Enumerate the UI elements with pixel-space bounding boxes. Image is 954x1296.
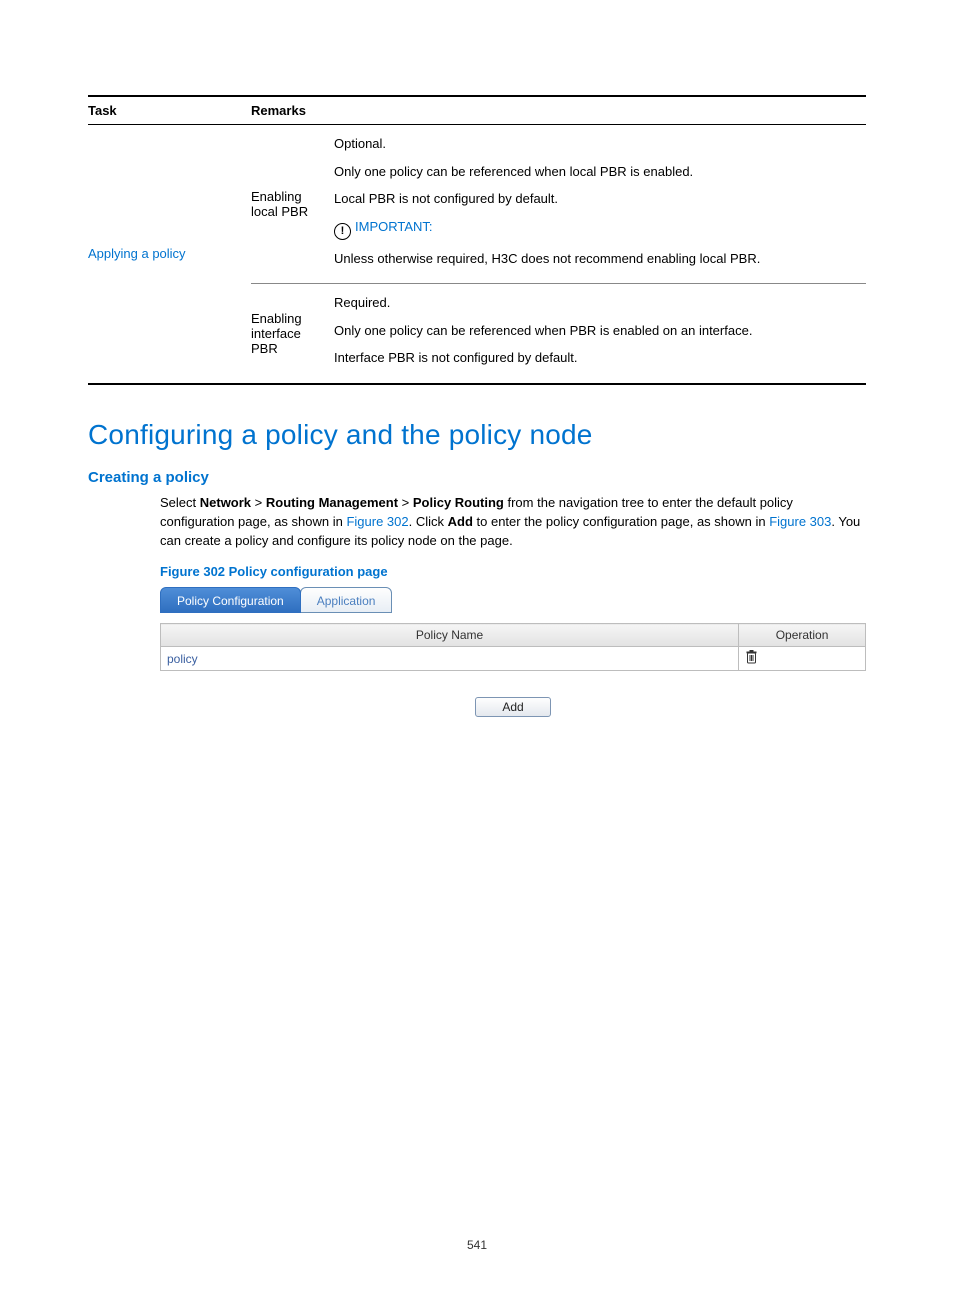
operation-header: Operation: [739, 624, 866, 647]
remark-text: Only one policy can be referenced when l…: [334, 163, 858, 181]
policy-name-cell: policy: [161, 647, 739, 671]
important-label: !IMPORTANT:: [334, 218, 858, 240]
remark-text: Local PBR is not configured by default.: [334, 190, 858, 208]
policy-name-header: Policy Name: [161, 624, 739, 647]
tab-policy-configuration[interactable]: Policy Configuration: [160, 587, 301, 613]
remark-body-interface: Required. Only one policy can be referen…: [334, 284, 866, 384]
task-header: Task: [88, 96, 251, 125]
page-number: 541: [0, 1238, 954, 1252]
remark-title-local: Enabling local PBR: [251, 125, 334, 284]
figure-303-link[interactable]: Figure 303: [769, 514, 831, 529]
figure-302-link[interactable]: Figure 302: [346, 514, 408, 529]
policy-table: Policy Name Operation policy: [160, 623, 866, 671]
remark-body-local: Optional. Only one policy can be referen…: [334, 125, 866, 284]
remark-text: Only one policy can be referenced when P…: [334, 322, 858, 340]
task-table: Task Remarks Applying a policy Enabling …: [88, 95, 866, 385]
remark-text: Required.: [334, 294, 858, 312]
figure-caption: Figure 302 Policy configuration page: [160, 564, 866, 579]
remark-text: Optional.: [334, 135, 858, 153]
remark-text: Interface PBR is not configured by defau…: [334, 349, 858, 367]
important-icon: !: [334, 223, 351, 240]
tabs-row: Policy Configuration Application: [160, 585, 866, 613]
section-title: Configuring a policy and the policy node: [88, 419, 866, 451]
remark-text: Unless otherwise required, H3C does not …: [334, 250, 858, 268]
figure-302: Policy Configuration Application Policy …: [160, 585, 866, 717]
add-button[interactable]: Add: [475, 697, 551, 717]
applying-policy-link[interactable]: Applying a policy: [88, 246, 186, 261]
remark-title-interface: Enabling interface PBR: [251, 284, 334, 384]
subsection-title: Creating a policy: [88, 469, 866, 486]
tab-application[interactable]: Application: [300, 587, 393, 613]
body-paragraph: Select Network > Routing Management > Po…: [160, 494, 866, 551]
trash-icon[interactable]: [745, 650, 758, 667]
operation-cell: [739, 647, 866, 671]
table-row: policy: [161, 647, 866, 671]
remarks-header: Remarks: [251, 96, 866, 125]
task-cell: Applying a policy: [88, 125, 251, 384]
